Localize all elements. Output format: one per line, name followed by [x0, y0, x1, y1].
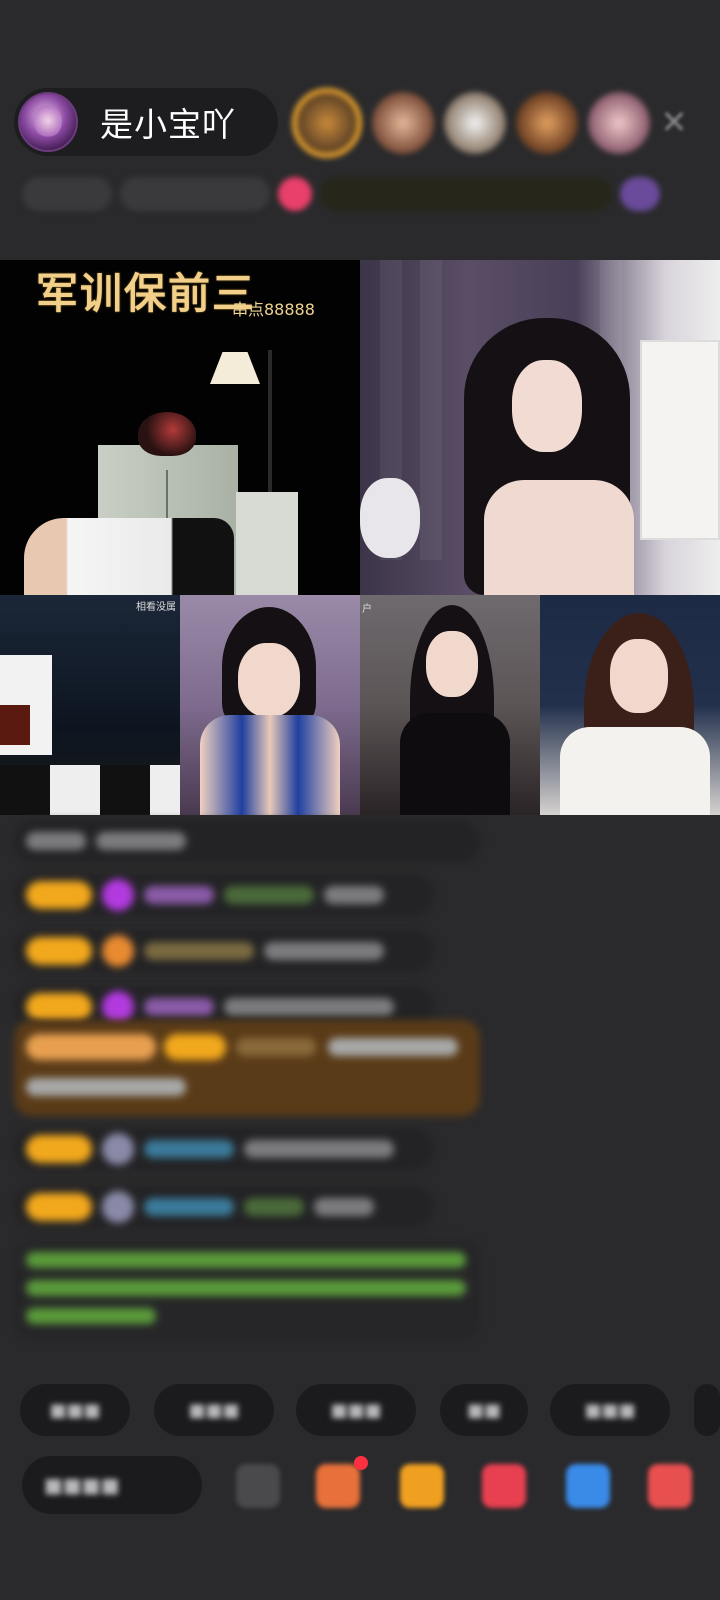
bottom-toolbar: ■■■■: [0, 1456, 720, 1526]
chat-message[interactable]: [14, 1186, 434, 1228]
level-badge: [26, 1135, 92, 1163]
gift-icon[interactable]: [400, 1464, 444, 1508]
video-tile-guest-3[interactable]: [180, 595, 360, 815]
plush-toy-decor: [360, 478, 420, 558]
chat-message[interactable]: [14, 874, 434, 916]
stream-banner-subtitle: 串点88888: [232, 300, 315, 319]
quick-action-row: ■■■ ■■■ ■■■ ■■ ■■■: [20, 1384, 720, 1436]
viewer-avatar[interactable]: [372, 92, 434, 154]
chat-message[interactable]: [14, 820, 480, 862]
system-notice: [14, 1240, 480, 1340]
notification-dot: [354, 1456, 368, 1470]
level-badge: [26, 937, 92, 965]
gem-icon: [102, 1191, 134, 1223]
hot-icon[interactable]: [278, 177, 312, 211]
helmet-decor: [138, 412, 196, 456]
level-badge: [26, 881, 92, 909]
more-icon[interactable]: [648, 1464, 692, 1508]
viewer-avatar[interactable]: [516, 92, 578, 154]
quick-action-button[interactable]: ■■■: [296, 1384, 416, 1436]
streamer-figure: [484, 480, 634, 595]
chat-input[interactable]: ■■■■: [22, 1456, 202, 1514]
rank-chip[interactable]: [22, 177, 112, 211]
close-icon[interactable]: ✕: [656, 104, 692, 140]
gem-icon: [102, 991, 134, 1023]
host-name: 是小宝吖: [100, 105, 236, 144]
quick-action-button[interactable]: ■■■: [154, 1384, 274, 1436]
video-tile-guest-2[interactable]: [0, 595, 180, 815]
drawer-decor: [640, 340, 720, 540]
quick-action-button[interactable]: ■■: [440, 1384, 528, 1436]
quick-action-button[interactable]: [694, 1384, 720, 1436]
host-avatar[interactable]: [18, 92, 78, 152]
stream-banner-title: 军训保前三: [36, 269, 257, 318]
top-viewers-list: [292, 88, 650, 158]
room-info-row: [22, 172, 690, 216]
video-tile-guest-4[interactable]: [360, 595, 540, 815]
gem-icon: [102, 935, 134, 967]
video-tile-guest-5[interactable]: [540, 595, 720, 815]
quick-action-button[interactable]: ■■■: [550, 1384, 670, 1436]
host-info-pill[interactable]: 是小宝吖: [14, 88, 278, 156]
gem-icon: [102, 879, 134, 911]
gem-icon: [102, 1133, 134, 1165]
tile-label: 相看没属: [136, 602, 176, 613]
viewer-avatar[interactable]: [588, 92, 650, 154]
viewer-avatar[interactable]: [292, 88, 362, 158]
curtain-decor: [420, 260, 442, 560]
live-room-screen: 是小宝吖 ✕ 军训保前三 串点88888 相看没属 户 ■■■ ■■■ ■■■ …: [0, 0, 720, 1600]
quick-action-button[interactable]: ■■■: [20, 1384, 130, 1436]
fans-chip[interactable]: [120, 177, 270, 211]
cabinet-decor: [236, 492, 298, 595]
level-badge: [26, 1193, 92, 1221]
level-badge: [26, 993, 92, 1021]
task-icon[interactable]: [316, 1464, 360, 1508]
chat-message[interactable]: [14, 1128, 434, 1170]
chat-message[interactable]: [14, 930, 434, 972]
game-icon[interactable]: [482, 1464, 526, 1508]
chat-message-highlight[interactable]: [14, 1020, 480, 1116]
emoji-icon[interactable]: [236, 1464, 280, 1508]
share-icon[interactable]: [566, 1464, 610, 1508]
tile-label: 户: [362, 604, 372, 615]
more-icon[interactable]: [620, 177, 660, 211]
activity-chip[interactable]: [320, 177, 612, 211]
streamer-figure: [512, 360, 582, 452]
viewer-avatar[interactable]: [444, 92, 506, 154]
streamer-figure: [24, 518, 234, 596]
